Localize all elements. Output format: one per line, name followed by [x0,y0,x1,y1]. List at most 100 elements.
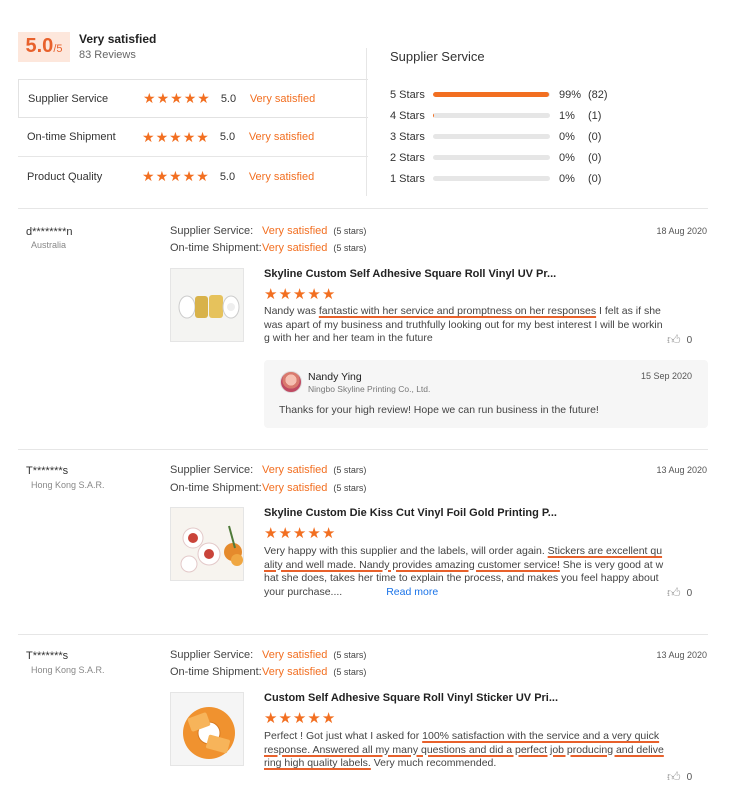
review-text-part: Perfect ! Got just what I asked for [264,730,423,742]
review-text: Nandy was fantastic with her service and… [264,305,664,346]
star-icon: ★ [292,286,307,303]
product-thumbnail[interactable] [170,268,244,342]
meta-label: On-time Shipment: [170,242,262,254]
reviewer-name: T*******s [26,465,69,477]
distribution-title: Supplier Service [390,49,485,64]
like-button[interactable]: 👍︎ 0 [667,332,692,348]
star-icon: ★ [156,90,170,106]
distribution-row[interactable]: 5 Stars 99% (82) [390,84,640,105]
on-time-shipment-rating: On-time Shipment: Very satisfied (5 star… [170,482,366,494]
star-icon: ★ [183,90,197,106]
meta-label: On-time Shipment: [170,482,262,494]
distribution-percent: 99% [559,88,582,101]
rating-label: On-time Shipment [27,131,116,143]
distribution-row[interactable]: 2 Stars 0% (0) [390,147,640,168]
star-icon: ★ [264,286,278,303]
distribution-bar [433,176,550,181]
product-title[interactable]: Skyline Custom Self Adhesive Square Roll… [264,268,556,280]
star-icon: ★ [196,128,209,145]
review-stars: ★ ★ ★ ★ ★ [264,524,335,542]
star-icon: ★ [278,286,292,303]
star-icon: ★ [182,168,196,184]
reviewer-name: T*******s [26,650,69,662]
distribution-fill [433,92,549,97]
star-icon: ★ [197,90,210,106]
score-max: /5 [53,43,63,55]
meta-value: Very satisfied [262,242,328,254]
rating-text: Very satisfied [249,92,316,105]
rating-value: 5.0 [219,131,236,143]
on-time-shipment-rating: On-time Shipment: Very satisfied (5 star… [170,666,366,678]
distribution-fill [433,113,435,118]
thumbs-up-icon: 👍︎ [667,769,681,784]
meta-stars: (5 stars) [333,243,367,253]
meta-stars: (5 stars) [333,483,367,493]
section-divider [18,449,708,450]
product-title[interactable]: Skyline Custom Die Kiss Cut Vinyl Foil G… [264,507,557,519]
star-icon: ★ [182,128,196,145]
review-text: Perfect ! Got just what I asked for 100%… [264,730,664,771]
product-thumbnail[interactable] [170,692,244,766]
review-text-part: Nandy was [264,305,319,317]
review-text: Very happy with this supplier and the la… [264,545,664,599]
star-icon: ★ [170,90,183,106]
distribution-label: 4 Stars [390,109,425,122]
star-rating: ★ ★ ★ ★ ★ [142,168,209,185]
reviewer-name: d********n [26,226,73,238]
rating-value: 5.0 [220,92,237,105]
supplier-service-rating: Supplier Service: Very satisfied (5 star… [170,649,366,661]
rating-text: Very satisfied [248,170,315,183]
star-distribution: Supplier Service 5 Stars 99% (82) 4 Star… [390,48,640,189]
distribution-percent: 0% [559,151,575,164]
distribution-row[interactable]: 4 Stars 1% (1) [390,105,640,126]
rating-row-supplier-service[interactable]: Supplier Service ★ ★ ★ ★ ★ 5.0 Very satisfie… [18,79,368,118]
rating-row-product-quality[interactable]: Product Quality ★ ★ ★ ★ ★ 5.0 Very satisfied [18,157,368,196]
star-icon: ★ [169,128,182,145]
distribution-row[interactable]: 1 Stars 0% (0) [390,168,640,189]
distribution-count: (0) [588,172,602,185]
star-icon: ★ [278,710,292,727]
meta-value: Very satisfied [262,649,328,661]
like-count: 0 [686,587,693,599]
rating-row-on-time-shipment[interactable]: On-time Shipment ★ ★ ★ ★ ★ 5.0 Very satisfie… [18,118,368,157]
distribution-bar [433,92,550,97]
rating-label: Supplier Service [28,92,109,105]
review-date: 13 Aug 2020 [656,650,707,660]
meta-value: Very satisfied [262,464,328,476]
distribution-bar [433,113,550,118]
avatar [280,371,302,393]
read-more-link[interactable]: Read more [386,586,438,598]
rating-text: Very satisfied [248,131,315,143]
meta-stars: (5 stars) [333,650,367,660]
meta-label: On-time Shipment: [170,666,262,678]
distribution-row[interactable]: 3 Stars 0% (0) [390,126,640,147]
star-icon: ★ [307,525,321,542]
meta-label: Supplier Service: [170,464,254,476]
star-icon: ★ [292,525,307,542]
reply-text: Thanks for your high review! Hope we can… [279,404,599,416]
star-icon: ★ [155,168,169,184]
meta-stars: (5 stars) [333,226,367,236]
review-text-highlight: fantastic with her service and promptnes… [318,305,597,317]
score-badge: 5.0/5 [18,32,70,62]
product-title[interactable]: Custom Self Adhesive Square Roll Vinyl S… [264,692,558,704]
review-text-part: Very much recommended. [370,757,497,769]
category-ratings: Supplier Service ★ ★ ★ ★ ★ 5.0 Very satisfie… [18,79,368,196]
meta-stars: (5 stars) [333,465,367,475]
like-button[interactable]: 👍︎ 0 [667,769,692,785]
distribution-count: (0) [588,130,602,143]
star-rating: ★ ★ ★ ★ ★ [142,129,209,146]
meta-value: Very satisfied [262,225,328,237]
review-stars: ★ ★ ★ ★ ★ [264,709,335,727]
thumbs-up-icon: 👍︎ [667,332,681,347]
distribution-count: (82) [588,88,608,101]
reviewer-location: Hong Kong S.A.R. [31,665,105,675]
star-icon: ★ [307,286,321,303]
like-button[interactable]: 👍︎ 0 [667,585,692,601]
meta-label: Supplier Service: [170,649,254,661]
product-thumbnail[interactable] [170,507,244,581]
distribution-bar [433,155,550,160]
star-icon: ★ [292,710,307,727]
review-count[interactable]: 83 Reviews [79,49,136,61]
review-stars: ★ ★ ★ ★ ★ [264,285,335,303]
